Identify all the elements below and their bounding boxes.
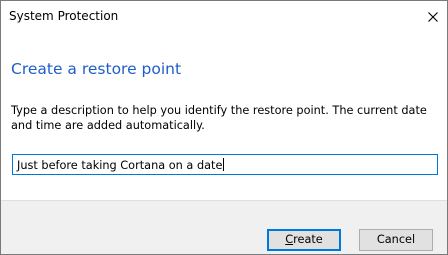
dialog-footer: Create Cancel xyxy=(1,200,447,254)
create-label-rest: reate xyxy=(293,233,323,246)
restore-point-description-input[interactable]: Just before taking Cortana on a date xyxy=(12,154,438,175)
title-bar: System Protection xyxy=(1,1,447,32)
input-text: Just before taking Cortana on a date xyxy=(17,159,223,172)
dialog-content: Create a restore point Type a descriptio… xyxy=(1,32,447,199)
cancel-button[interactable]: Cancel xyxy=(359,229,433,251)
close-button[interactable] xyxy=(419,1,447,32)
dialog-description: Type a description to help you identify … xyxy=(11,104,427,132)
text-caret xyxy=(223,158,225,171)
dialog-heading: Create a restore point xyxy=(11,60,182,78)
close-icon xyxy=(428,11,438,22)
window-title: System Protection xyxy=(9,9,119,23)
system-protection-dialog: System Protection Create a restore point… xyxy=(0,0,448,255)
create-mnemonic: C xyxy=(285,233,294,246)
create-button[interactable]: Create xyxy=(267,229,341,251)
